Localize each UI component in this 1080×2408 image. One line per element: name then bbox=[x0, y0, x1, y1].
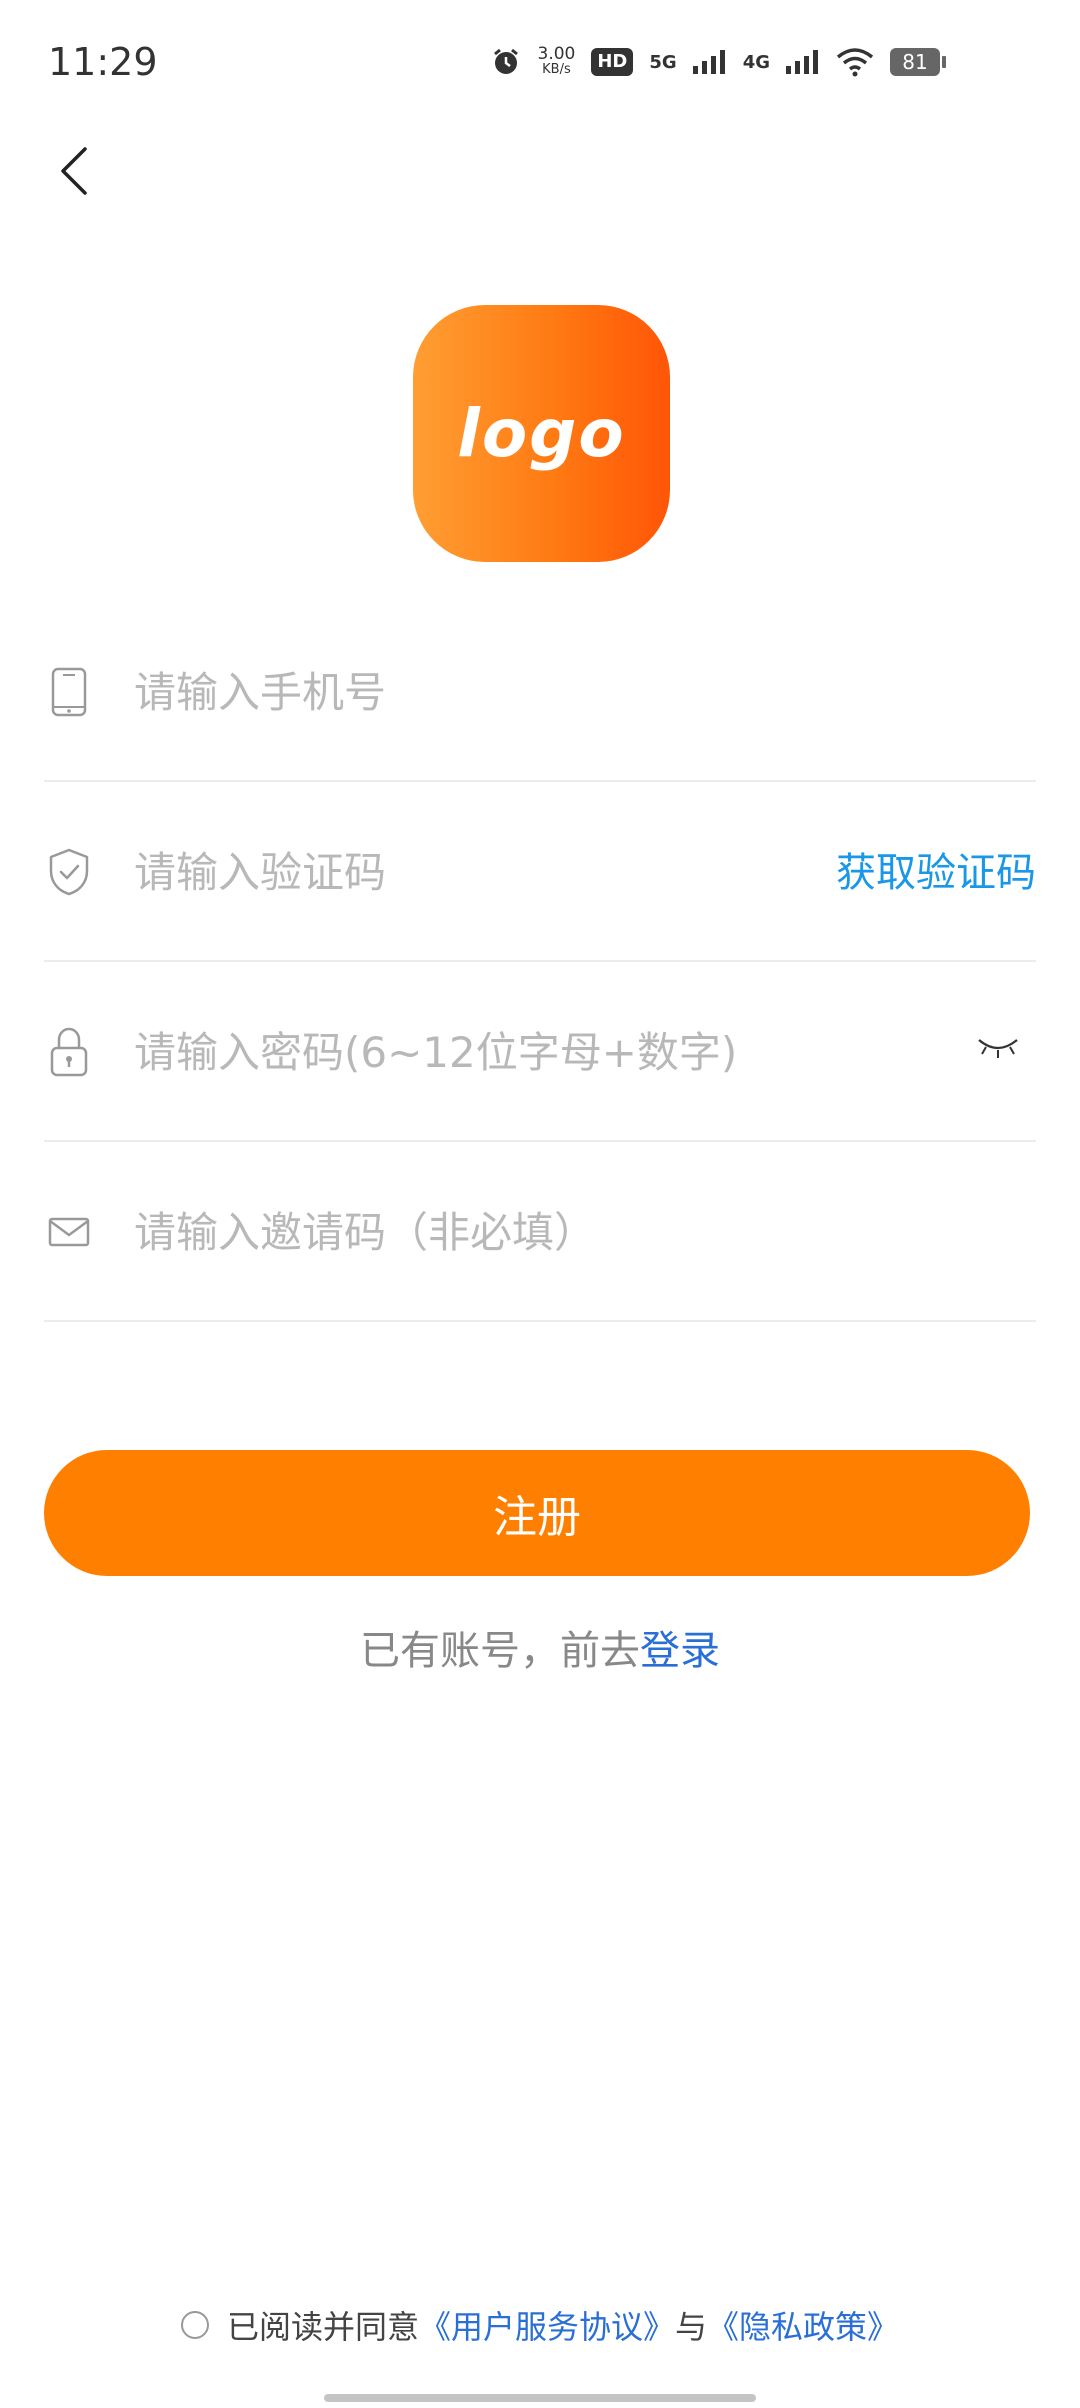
login-prompt-text: 已有账号，前去 bbox=[360, 1628, 640, 1674]
home-indicator[interactable] bbox=[324, 2394, 756, 2402]
agreement-and: 与 bbox=[675, 2308, 708, 2346]
status-icons: 3.00 KB/s HD 5G 4G 81 bbox=[490, 40, 946, 84]
mail-icon bbox=[44, 1202, 94, 1262]
app-logo: logo bbox=[413, 305, 670, 562]
user-agreement-link[interactable]: 《用户服务协议》 bbox=[419, 2302, 675, 2348]
signal-icon bbox=[692, 50, 725, 74]
password-input[interactable] bbox=[134, 1017, 854, 1087]
register-page: 11:29 3.00 KB/s HD 5G 4G 81 logo 请输入手机号 … bbox=[0, 0, 1080, 2408]
net-4g-label: 4G bbox=[742, 51, 770, 73]
get-code-button[interactable]: 获取验证码 bbox=[836, 840, 1036, 898]
back-icon bbox=[61, 147, 87, 195]
agree-checkbox[interactable] bbox=[180, 2311, 209, 2339]
hd-badge: HD bbox=[591, 48, 634, 76]
invite-row bbox=[44, 1142, 1036, 1322]
net-speed: 3.00 KB/s bbox=[538, 46, 576, 78]
agreement-prefix: 已阅读并同意 bbox=[226, 2308, 419, 2346]
password-row bbox=[44, 962, 1036, 1142]
agreement-row: 已阅读并同意 《用户服务协议》 与 《隐私政策》 bbox=[0, 2302, 1080, 2348]
register-button[interactable]: 注册 bbox=[44, 1450, 1030, 1576]
privacy-policy-link[interactable]: 《隐私政策》 bbox=[707, 2302, 899, 2348]
eye-closed-icon[interactable] bbox=[976, 1032, 1020, 1062]
status-time: 11:29 bbox=[48, 40, 158, 84]
phone-row bbox=[44, 602, 1036, 782]
shield-icon bbox=[44, 842, 94, 902]
code-input[interactable] bbox=[134, 837, 754, 907]
phone-input[interactable] bbox=[134, 657, 854, 727]
login-link[interactable]: 登录 bbox=[640, 1628, 720, 1674]
wifi-icon bbox=[836, 48, 874, 77]
lock-icon bbox=[44, 1022, 94, 1082]
net-5g-label: 5G bbox=[649, 51, 677, 73]
logo-text: logo bbox=[457, 395, 626, 472]
phone-icon bbox=[44, 662, 94, 722]
status-bar: 11:29 3.00 KB/s HD 5G 4G 81 bbox=[0, 0, 1080, 130]
invite-code-input[interactable] bbox=[134, 1197, 854, 1267]
net-speed-unit: KB/s bbox=[542, 62, 571, 77]
battery-indicator: 81 bbox=[890, 48, 946, 76]
alarm-icon bbox=[493, 48, 518, 74]
code-row: 获取验证码 bbox=[44, 782, 1036, 962]
net-speed-value: 3.00 bbox=[537, 44, 576, 64]
signal-icon-2 bbox=[786, 50, 818, 74]
login-prompt: 已有账号，前去登录 bbox=[0, 1618, 1080, 1676]
back-button[interactable] bbox=[44, 135, 104, 207]
